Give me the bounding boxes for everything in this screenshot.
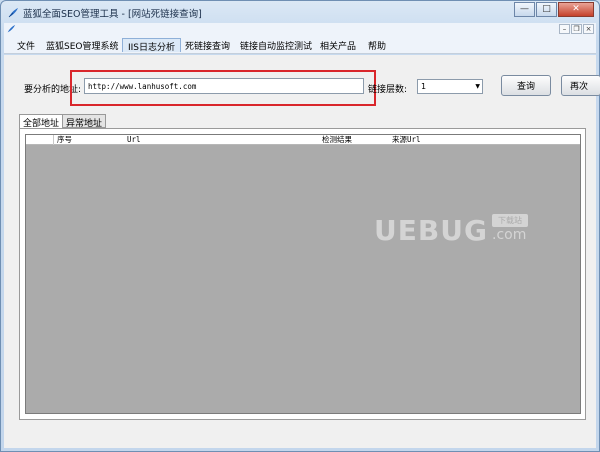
watermark-text: UEBUG	[374, 214, 488, 247]
annotation-highlight-box	[70, 70, 376, 106]
minimize-button[interactable]: —	[514, 2, 535, 17]
menu-dead-link[interactable]: 死链接查询	[180, 38, 235, 52]
mdi-child-bar: – ❐ ×	[4, 23, 596, 36]
menu-iis-log[interactable]: IIS日志分析	[122, 38, 182, 53]
title-bar[interactable]: 蓝狐全面SEO管理工具 - [网站死链接查询] — □ ✕	[1, 1, 599, 23]
child-close-button[interactable]: ×	[583, 24, 594, 34]
col-header-source-url[interactable]: 来源Url	[392, 135, 421, 145]
site-watermark: UEBUG 下载站 .com	[374, 214, 554, 248]
depth-label: 链接层数:	[368, 85, 408, 95]
chevron-down-icon: ▼	[475, 83, 480, 90]
child-feather-icon[interactable]	[6, 24, 16, 34]
col-header-index[interactable]: 序号	[57, 135, 72, 145]
grid-header: 序号 Url 检测结果 来源Url	[26, 135, 580, 145]
maximize-button[interactable]: □	[536, 2, 557, 17]
window-title: 蓝狐全面SEO管理工具 - [网站死链接查询]	[23, 9, 202, 20]
watermark-badge: 下载站	[492, 214, 528, 227]
menu-help[interactable]: 帮助	[363, 38, 391, 52]
app-window: 蓝狐全面SEO管理工具 - [网站死链接查询] — □ ✕ – ❐ × 文件 蓝…	[0, 0, 600, 452]
mdi-controls: – ❐ ×	[559, 24, 594, 34]
depth-select[interactable]: 1 ▼	[417, 79, 483, 94]
window-controls: — □ ✕	[514, 2, 594, 17]
dead-link-panel: 要分析的地址: http://www.lanhusoft.com 链接层数: 1…	[4, 55, 600, 448]
menu-related[interactable]: 相关产品	[315, 38, 361, 52]
app-feather-icon	[8, 8, 18, 18]
col-separator	[53, 135, 54, 145]
tab-panel: 序号 Url 检测结果 来源Url UEBUG 下载站 .com	[19, 128, 586, 420]
col-header-url[interactable]: Url	[127, 135, 141, 145]
menu-bar: 文件 蓝狐SEO管理系统 IIS日志分析 死链接查询 链接自动监控测试 相关产品…	[4, 36, 596, 54]
results-grid[interactable]: 序号 Url 检测结果 来源Url UEBUG 下载站 .com	[25, 134, 581, 414]
col-header-result[interactable]: 检测结果	[322, 135, 352, 145]
watermark-suffix: .com	[492, 227, 527, 243]
depth-value: 1	[421, 82, 427, 91]
menu-seo-system[interactable]: 蓝狐SEO管理系统	[41, 38, 123, 52]
child-minimize-button[interactable]: –	[559, 24, 570, 34]
status-bar	[4, 421, 596, 448]
child-restore-button[interactable]: ❐	[571, 24, 582, 34]
tab-all-urls[interactable]: 全部地址	[19, 114, 64, 129]
query-button[interactable]: 查询	[501, 75, 551, 96]
menu-file[interactable]: 文件	[12, 38, 40, 52]
close-button[interactable]: ✕	[558, 2, 594, 17]
menu-link-monitor[interactable]: 链接自动监控测试	[235, 38, 317, 52]
tab-abnormal-urls[interactable]: 异常地址	[62, 114, 107, 129]
again-button[interactable]: 再次	[561, 75, 600, 96]
